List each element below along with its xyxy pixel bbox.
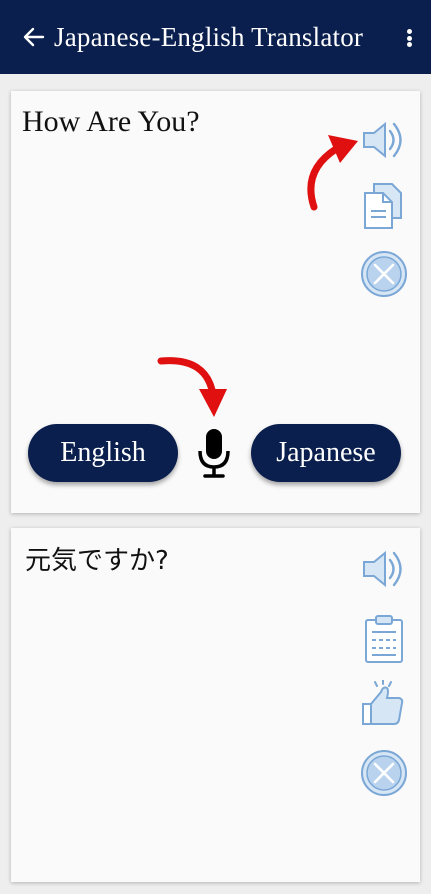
speaker-icon[interactable] xyxy=(359,544,409,594)
back-button[interactable] xyxy=(12,15,56,59)
target-card: 元気ですか? xyxy=(11,528,420,882)
app-bar: Japanese-English Translator xyxy=(0,0,431,74)
translated-text[interactable]: 元気ですか? xyxy=(25,540,169,577)
more-vertical-icon[interactable] xyxy=(401,24,417,52)
source-language-button[interactable]: English xyxy=(28,424,178,482)
target-language-button[interactable]: Japanese xyxy=(251,424,401,482)
source-card: How Are You? English Japanese xyxy=(11,91,420,513)
annotation-arrow-mic xyxy=(157,357,227,417)
microphone-icon[interactable] xyxy=(194,426,234,480)
clipboard-icon[interactable] xyxy=(359,614,409,664)
thumbs-up-icon[interactable] xyxy=(359,680,409,730)
speaker-icon[interactable] xyxy=(359,115,409,165)
source-text[interactable]: How Are You? xyxy=(22,105,200,139)
copy-icon[interactable] xyxy=(359,181,409,231)
annotation-arrow-speaker xyxy=(307,135,358,211)
arrow-left-icon xyxy=(23,27,45,47)
app-title: Japanese-English Translator xyxy=(54,21,364,52)
clear-icon[interactable] xyxy=(359,249,409,299)
clear-icon[interactable] xyxy=(359,748,409,798)
